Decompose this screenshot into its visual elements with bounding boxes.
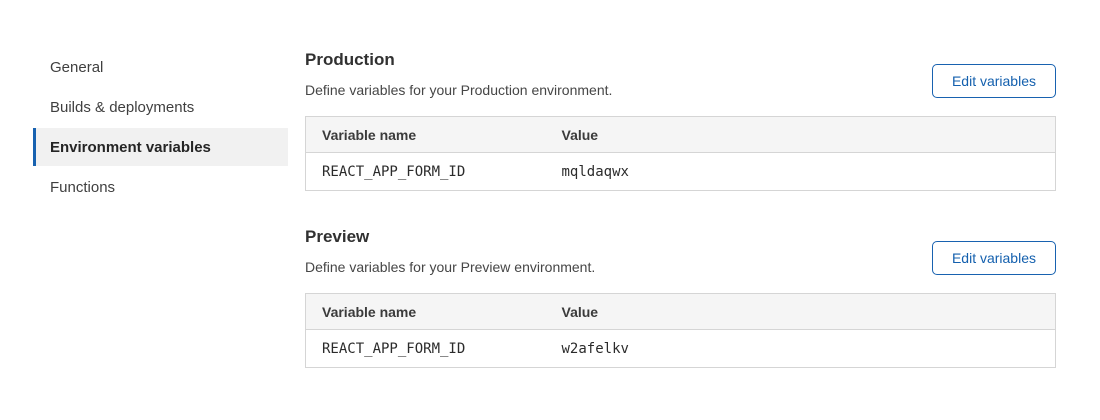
- production-section: Production Define variables for your Pro…: [305, 50, 1056, 191]
- sidebar-item-label: Environment variables: [50, 139, 211, 156]
- preview-section: Preview Define variables for your Previe…: [305, 227, 1056, 368]
- edit-preview-variables-button[interactable]: Edit variables: [932, 241, 1056, 275]
- column-header-value: Value: [546, 117, 1056, 153]
- sidebar-item-builds-deployments[interactable]: Builds & deployments: [33, 87, 288, 127]
- settings-sidebar: General Builds & deployments Environment…: [33, 47, 288, 207]
- column-header-variable-name: Variable name: [306, 117, 546, 153]
- environment-variables-panel: Production Define variables for your Pro…: [305, 50, 1056, 368]
- sidebar-item-label: Functions: [50, 179, 115, 196]
- production-variables-table: Variable name Value REACT_APP_FORM_ID mq…: [305, 116, 1056, 191]
- column-header-variable-name: Variable name: [306, 294, 546, 330]
- sidebar-item-functions[interactable]: Functions: [33, 167, 288, 207]
- table-header-row: Variable name Value: [306, 294, 1056, 330]
- sidebar-item-environment-variables[interactable]: Environment variables: [33, 128, 288, 166]
- sidebar-item-label: General: [50, 59, 103, 76]
- variable-value-cell: mqldaqwx: [546, 153, 1056, 191]
- sidebar-item-label: Builds & deployments: [50, 99, 194, 116]
- table-header-row: Variable name Value: [306, 117, 1056, 153]
- variable-name-cell: REACT_APP_FORM_ID: [306, 153, 546, 191]
- column-header-value: Value: [546, 294, 1056, 330]
- sidebar-item-general[interactable]: General: [33, 47, 288, 87]
- preview-variables-table: Variable name Value REACT_APP_FORM_ID w2…: [305, 293, 1056, 368]
- table-row: REACT_APP_FORM_ID w2afelkv: [306, 330, 1056, 368]
- variable-value-cell: w2afelkv: [546, 330, 1056, 368]
- table-row: REACT_APP_FORM_ID mqldaqwx: [306, 153, 1056, 191]
- variable-name-cell: REACT_APP_FORM_ID: [306, 330, 546, 368]
- edit-production-variables-button[interactable]: Edit variables: [932, 64, 1056, 98]
